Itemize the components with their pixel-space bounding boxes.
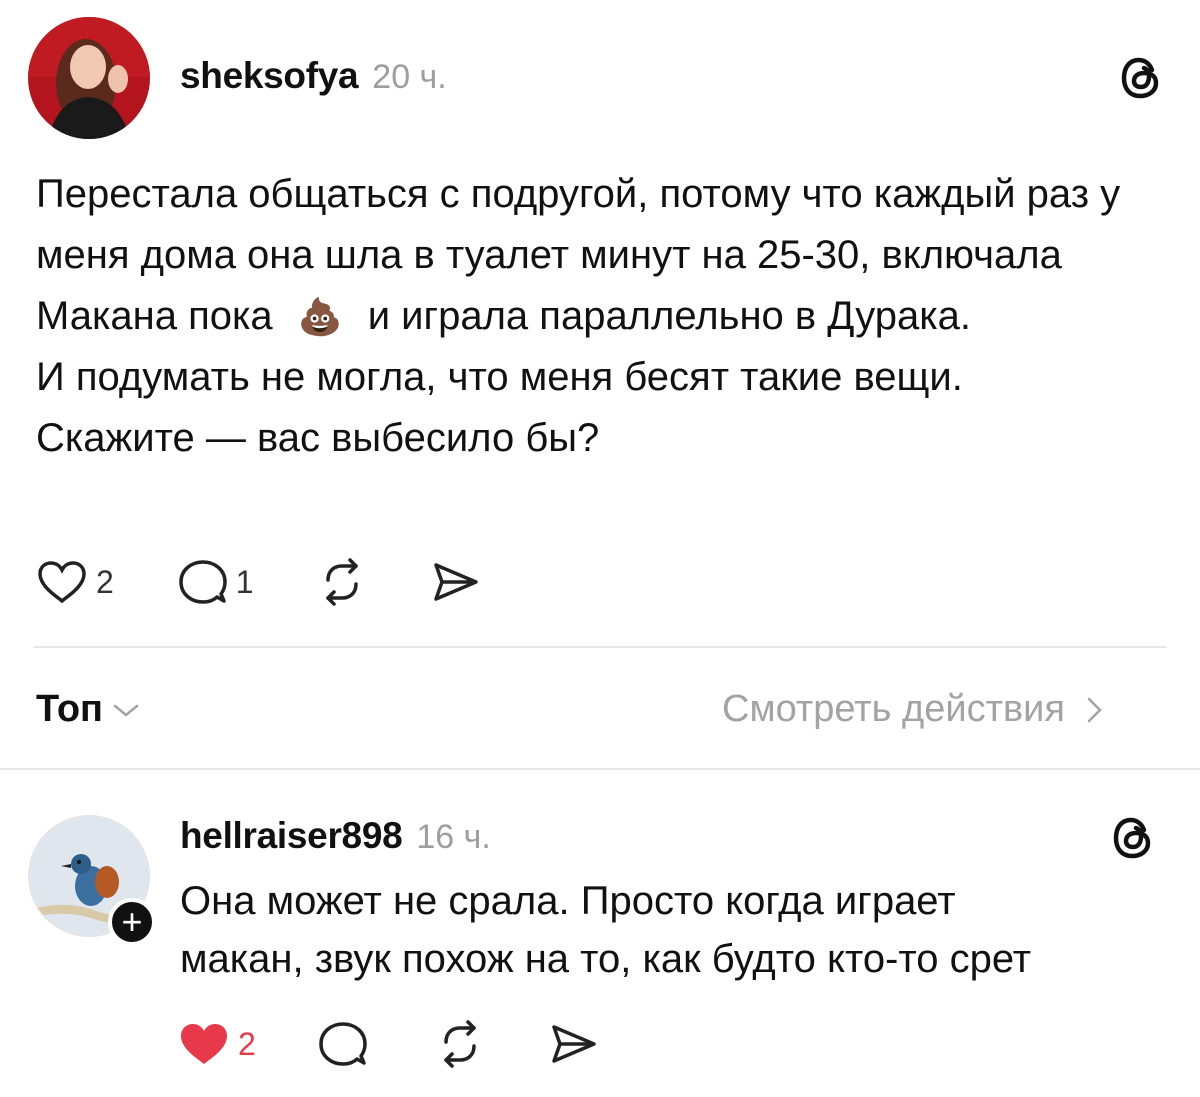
chevron-right-icon [1087, 697, 1102, 722]
follow-badge[interactable]: + [108, 898, 156, 946]
reply-share-button[interactable] [548, 1021, 598, 1067]
heart-filled-icon [181, 1024, 227, 1064]
chevron-down-icon [113, 704, 139, 717]
send-icon [433, 563, 478, 601]
reply-comment-button[interactable] [318, 1020, 368, 1068]
post-divider [34, 646, 1166, 648]
reply-time: 16 ч. [416, 818, 491, 856]
reply-username[interactable]: hellraiser898 [180, 815, 403, 857]
post-header: sheksofya 20 ч. [180, 55, 447, 97]
repost-icon [444, 1020, 476, 1068]
reply-line-2: макан, звук похож на то, как будто кто-т… [180, 937, 1032, 981]
poop-emoji: 💩 [297, 296, 343, 337]
threads-logo-icon[interactable] [1118, 55, 1164, 101]
reply-line-1: Она может не срала. Просто когда играет [180, 879, 956, 923]
post-actions: 2 1 [36, 558, 480, 606]
comment-icon [319, 1022, 367, 1066]
reply-repost-button[interactable] [434, 1020, 486, 1068]
post-body: Перестала общаться с подругой, потому чт… [36, 164, 1166, 469]
post-time: 20 ч. [372, 58, 447, 96]
view-activity-link[interactable]: Смотреть действия [722, 688, 1107, 731]
reply-actions: 2 [178, 1020, 598, 1068]
sort-label: Топ [36, 688, 103, 730]
share-button[interactable] [430, 559, 480, 605]
reply-like-button[interactable]: 2 [178, 1021, 256, 1067]
reply-body: Она может не срала. Просто когда играет … [180, 872, 1170, 988]
post-paragraph-3: Скажите — вас выбесило бы? [36, 416, 600, 460]
post-username[interactable]: sheksofya [180, 55, 359, 97]
reply-like-count: 2 [238, 1025, 256, 1062]
view-activity-label: Смотреть действия [722, 688, 1065, 730]
heart-icon [38, 561, 86, 604]
like-button[interactable]: 2 [36, 559, 114, 605]
replies-divider [0, 768, 1200, 770]
comment-count: 1 [235, 563, 254, 600]
like-count: 2 [96, 563, 114, 600]
repost-icon [325, 558, 358, 606]
reply-header: hellraiser898 16 ч. [180, 815, 491, 857]
comment-icon [179, 560, 227, 604]
repost-button[interactable] [316, 558, 368, 606]
send-icon [552, 1025, 596, 1063]
post-paragraph-1: Перестала общаться с подругой, потому чт… [36, 172, 1121, 338]
comment-button[interactable]: 1 [178, 558, 254, 606]
post-paragraph-2: И подумать не могла, что меня бесят таки… [36, 355, 963, 399]
sort-dropdown[interactable]: Топ [36, 688, 141, 731]
post-avatar[interactable] [28, 17, 150, 139]
threads-logo-icon[interactable] [1110, 815, 1156, 861]
